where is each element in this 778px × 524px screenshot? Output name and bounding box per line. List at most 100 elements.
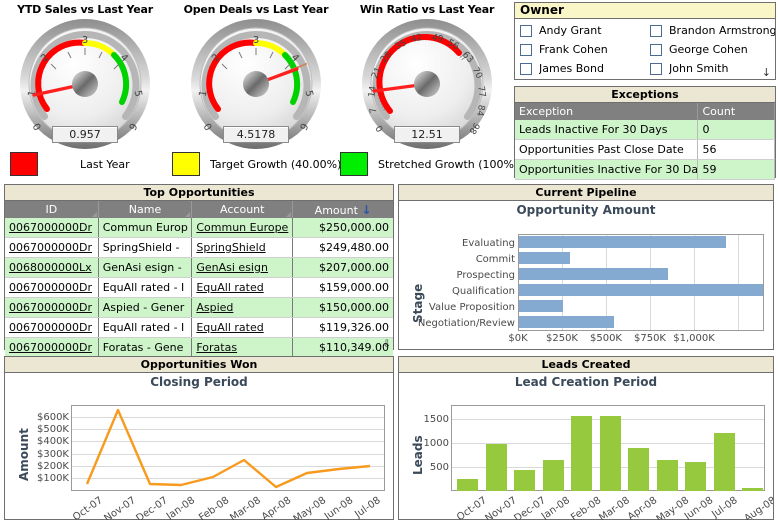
y-tick-label: 500: [429, 462, 449, 473]
account-link[interactable]: Foratas: [196, 341, 237, 354]
bar[interactable]: [457, 479, 478, 491]
cell-account[interactable]: EquAll rated: [191, 317, 294, 338]
table-row[interactable]: 0067000000Dr EquAll rated - I EquAll rat…: [5, 277, 393, 298]
owner-item-frank-cohen[interactable]: Frank Cohen: [515, 40, 645, 59]
sort-descending-icon[interactable]: ↓: [361, 203, 371, 217]
account-link[interactable]: EquAll rated: [196, 281, 263, 294]
x-tick-label: $1,000K: [673, 333, 715, 344]
owner-item-james-bond[interactable]: James Bond: [515, 59, 645, 78]
table-row[interactable]: Opportunities Inactive For 30 Days 59: [515, 159, 775, 180]
checkbox-icon[interactable]: [520, 43, 532, 56]
leads-created-panel: Leads Created Lead Creation Period Leads…: [398, 356, 774, 520]
bar[interactable]: [543, 460, 564, 491]
checkbox-icon[interactable]: [650, 62, 662, 75]
cell-id[interactable]: 0068000000Lx: [5, 257, 99, 278]
bar[interactable]: [628, 448, 649, 491]
bar[interactable]: [519, 284, 763, 296]
column-label: Name: [128, 203, 162, 216]
table-row[interactable]: 0067000000Dr Commun Europ Commun Europe …: [5, 218, 393, 238]
table-row[interactable]: 0067000000Dr Aspied - Gener Aspied $150,…: [5, 297, 393, 318]
column-header-account[interactable]: Account: [191, 201, 294, 218]
checkbox-icon[interactable]: [520, 24, 532, 37]
id-link[interactable]: 0067000000Dr: [9, 281, 92, 294]
y-tick-label: 1500: [423, 414, 449, 425]
id-link[interactable]: 0068000000Lx: [9, 261, 92, 274]
owner-item-brandon-armstrong[interactable]: Brandon Armstrong: [645, 21, 775, 40]
cell-account[interactable]: SpringShield: [191, 237, 294, 258]
checkbox-icon[interactable]: [520, 62, 532, 75]
cell-name: SpringShield -: [98, 237, 193, 258]
bar[interactable]: [600, 416, 621, 491]
bar[interactable]: [742, 488, 763, 491]
leads-created-chart: Lead Creation Period Leads 500 1000 1500…: [399, 373, 773, 520]
column-header-count[interactable]: Count: [697, 103, 775, 120]
legend-item-stretched-growth: Stretched Growth (100%): [340, 152, 518, 176]
owner-label: John Smith: [669, 62, 729, 75]
scroll-down-icon[interactable]: ↓: [762, 67, 771, 78]
resize-grip-icon[interactable]: [185, 212, 191, 217]
bar[interactable]: [519, 268, 668, 280]
cell-account[interactable]: GenAsi esign: [191, 257, 294, 278]
column-header-amount[interactable]: Amount ↓: [292, 201, 393, 218]
column-header-id[interactable]: ID: [5, 201, 99, 218]
id-link[interactable]: 0067000000Dr: [9, 341, 92, 354]
checkbox-icon[interactable]: [650, 24, 662, 37]
bar[interactable]: [571, 416, 592, 491]
column-header-exception[interactable]: Exception: [515, 103, 699, 120]
resize-grip-icon[interactable]: [286, 212, 292, 217]
column-label: Amount: [314, 203, 358, 217]
id-link[interactable]: 0067000000Dr: [9, 321, 92, 334]
bar[interactable]: [657, 460, 678, 491]
cell-account[interactable]: EquAll rated: [191, 277, 294, 298]
account-link[interactable]: Commun Europe: [196, 221, 288, 234]
cell-id[interactable]: 0067000000Dr: [5, 277, 99, 298]
cell-id[interactable]: 0067000000Dr: [5, 218, 99, 238]
bar[interactable]: [519, 300, 563, 312]
owner-item-george-cohen[interactable]: George Cohen: [645, 40, 775, 59]
table-row[interactable]: 0067000000Dr Foratas - Gene Foratas $110…: [5, 337, 393, 358]
account-link[interactable]: SpringShield: [196, 241, 265, 254]
cell-name: GenAsi esign -: [98, 257, 193, 278]
owner-list[interactable]: Andy Grant Brandon Armstrong Frank Cohen…: [515, 19, 775, 80]
gauge-open-deals: Open Deals vs Last Year 0 1 2 3 4 5 6 4.…: [171, 3, 341, 153]
category-label: Commit: [475, 254, 515, 265]
table-row[interactable]: 0067000000Dr SpringShield - SpringShield…: [5, 237, 393, 258]
bar[interactable]: [519, 316, 614, 328]
account-link[interactable]: GenAsi esign: [196, 261, 268, 274]
cell-id[interactable]: 0067000000Dr: [5, 317, 99, 338]
bar[interactable]: [685, 462, 706, 491]
bar[interactable]: [519, 236, 726, 248]
owner-item-andy-grant[interactable]: Andy Grant: [515, 21, 645, 40]
id-link[interactable]: 0067000000Dr: [9, 301, 92, 314]
account-link[interactable]: EquAll rated: [196, 321, 263, 334]
legend-label: Stretched Growth (100%): [378, 157, 519, 171]
bar[interactable]: [514, 470, 535, 491]
account-link[interactable]: Aspied: [196, 301, 233, 314]
cell-account[interactable]: Commun Europe: [191, 218, 294, 238]
legend-item-target-growth: Target Growth (40.00%): [172, 152, 341, 176]
cell-account[interactable]: Aspied: [191, 297, 294, 318]
cell-id[interactable]: 0067000000Dr: [5, 237, 99, 258]
cell-id[interactable]: 0067000000Dr: [5, 297, 99, 318]
table-row[interactable]: 0068000000Lx GenAsi esign - GenAsi esign…: [5, 257, 393, 278]
amount-value: $159,000.00: [319, 281, 389, 294]
table-row[interactable]: Leads Inactive For 30 Days 0: [515, 120, 775, 140]
resize-grip-icon[interactable]: [91, 212, 97, 217]
table-row[interactable]: Opportunities Past Close Date 56: [515, 139, 775, 160]
category-label: Negotiation/Review: [417, 318, 515, 329]
owner-item-john-smith[interactable]: John Smith: [645, 59, 775, 78]
cell-amount: $249,480.00: [292, 237, 393, 258]
exceptions-panel: Exceptions Exception Count Leads Inactiv…: [514, 86, 776, 180]
bar[interactable]: [519, 252, 570, 264]
bar[interactable]: [486, 444, 507, 491]
cell-id[interactable]: 0067000000Dr: [5, 337, 99, 358]
column-header-name[interactable]: Name: [98, 201, 193, 218]
id-link[interactable]: 0067000000Dr: [9, 241, 92, 254]
cell-name: Commun Europ: [98, 218, 193, 238]
id-link[interactable]: 0067000000Dr: [9, 221, 92, 234]
table-row[interactable]: 0067000000Dr EquAll rated - I EquAll rat…: [5, 317, 393, 338]
bar[interactable]: [714, 433, 735, 491]
cell-account[interactable]: Foratas: [191, 337, 294, 358]
checkbox-icon[interactable]: [650, 43, 662, 56]
scroll-down-icon[interactable]: ⇩: [383, 339, 391, 350]
